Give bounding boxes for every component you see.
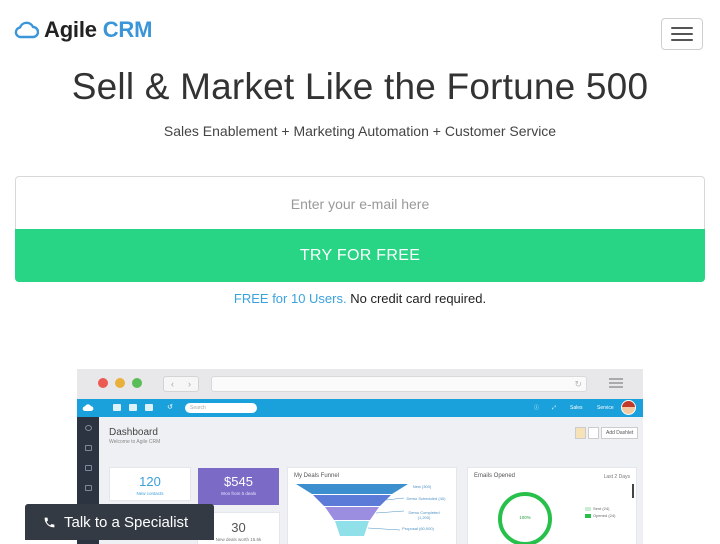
funnel-title: My Deals Funnel xyxy=(294,473,340,479)
no-credit-card-note: No credit card required. xyxy=(350,291,487,306)
talk-to-specialist-label: Talk to a Specialist xyxy=(64,513,189,531)
back-arrow-icon: ‹ xyxy=(171,378,174,389)
funnel-stage-label: New (300) xyxy=(412,484,432,489)
dashboard-subtitle: Welcome to Agile CRM xyxy=(109,439,161,445)
side-docs-icon xyxy=(85,485,92,491)
side-contacts-icon xyxy=(85,425,92,431)
emails-opened-panel: Emails Opened Last 2 Days 100% Sent (24)… xyxy=(468,468,636,544)
emails-percent: 100% xyxy=(519,515,531,520)
try-for-free-button[interactable]: TRY FOR FREE xyxy=(15,229,705,282)
app-nav-service: Service xyxy=(597,405,614,411)
browser-url-bar: ↻ xyxy=(211,376,587,392)
side-deals-icon xyxy=(85,445,92,451)
dashboard-folder-icon xyxy=(575,427,586,439)
stat-value: 120 xyxy=(139,474,161,489)
talk-to-specialist-button[interactable]: Talk to a Specialist xyxy=(25,504,214,540)
emails-range: Last 2 Days xyxy=(603,474,630,480)
preview-scrollbar xyxy=(632,484,634,498)
deals-funnel-chart xyxy=(296,484,408,536)
funnel-stage-label: Demo Completed (1,200) xyxy=(408,510,440,520)
app-expand-icon: ⤢ xyxy=(552,405,557,411)
stat-label: Won from 5 deals xyxy=(220,491,257,496)
logo-word-crm: CRM xyxy=(102,17,153,42)
app-help-icon: ⓘ xyxy=(534,405,540,411)
app-cloud-icon xyxy=(82,404,94,411)
signup-note: FREE for 10 Users. No credit card requir… xyxy=(0,291,720,306)
hamburger-menu-icon-bar xyxy=(671,33,693,35)
hero-headline: Sell & Market Like the Fortune 500 xyxy=(71,66,649,107)
stat-value: $545 xyxy=(224,474,253,489)
side-cases-icon xyxy=(85,465,92,471)
app-calendar-icon xyxy=(129,404,137,411)
hamburger-menu-icon-bar xyxy=(671,39,693,41)
logo-word-agile: Agile xyxy=(44,17,97,42)
emails-legend-item: Opened (24) xyxy=(585,513,615,518)
stat-card-contacts: 120 New contacts xyxy=(110,468,190,500)
app-notification-icon xyxy=(145,404,153,411)
app-avatar xyxy=(621,400,636,415)
add-dashlet-button: Add Dashlet xyxy=(601,427,639,439)
browser-chrome: ‹ › ↻ xyxy=(77,369,643,399)
browser-nav-arrows: ‹ › xyxy=(163,376,199,392)
stat-card-won: $545 Won from 5 deals xyxy=(198,468,279,505)
browser-menu-icon xyxy=(609,378,623,388)
hero-subheadline: Sales Enablement + Marketing Automation … xyxy=(163,123,557,139)
dashboard-tools: Add Dashlet xyxy=(575,427,639,439)
funnel-stage-label: Proposal (60,000) xyxy=(402,526,434,531)
stat-label: New contacts xyxy=(136,491,164,496)
window-close-dot xyxy=(98,378,108,388)
email-input[interactable] xyxy=(15,176,705,230)
dashboard-title: Dashboard xyxy=(109,427,158,438)
app-top-bar: ↺ Search ⓘ ⤢ Sales Service xyxy=(77,399,643,417)
free-users-note: FREE for 10 Users. xyxy=(233,291,347,306)
forward-arrow-icon: › xyxy=(188,378,191,389)
app-nav-sales: Sales xyxy=(570,405,583,411)
app-history-icon: ↺ xyxy=(167,404,173,411)
app-grid-icon xyxy=(113,404,121,411)
hamburger-menu-button[interactable] xyxy=(661,18,703,50)
window-maximize-dot xyxy=(132,378,142,388)
emails-legend-item: Sent (24) xyxy=(585,506,609,511)
cloud-logo-icon xyxy=(14,21,39,39)
hamburger-menu-icon-bar xyxy=(671,27,693,29)
refresh-icon: ↻ xyxy=(574,379,582,389)
window-minimize-dot xyxy=(115,378,125,388)
emails-title: Emails Opened xyxy=(474,473,516,479)
deals-funnel-panel: My Deals Funnel New (300) Demo Scheduled… xyxy=(288,468,456,544)
dashboard-settings-icon xyxy=(588,427,599,439)
app-search-box: Search xyxy=(185,403,257,413)
agile-crm-logo[interactable]: Agile CRM xyxy=(13,17,152,43)
funnel-stage-label: Demo Scheduled (40) xyxy=(406,496,446,501)
phone-icon xyxy=(44,517,55,527)
